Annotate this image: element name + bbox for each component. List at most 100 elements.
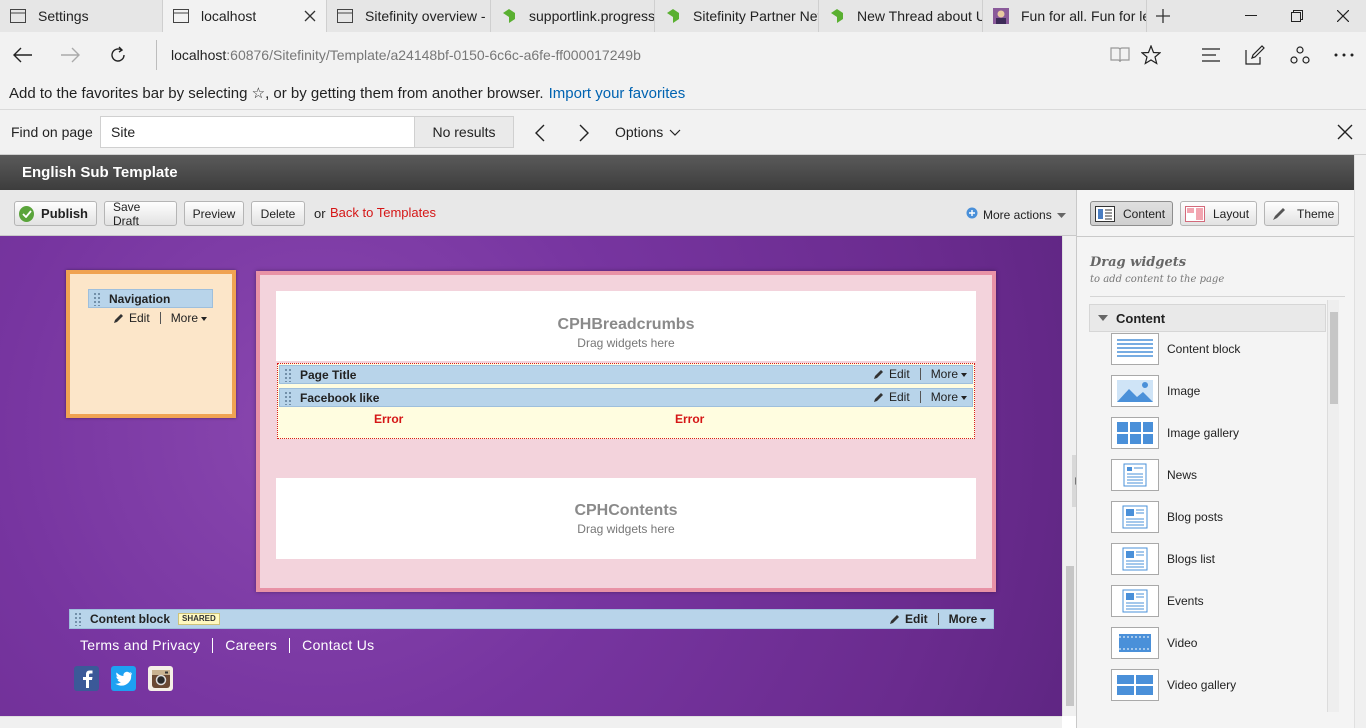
instagram-icon[interactable] [148,666,173,691]
close-find-icon[interactable] [1331,118,1359,146]
page-title-more-button[interactable]: More [931,367,968,381]
tab-fun-for-all[interactable]: Fun for all. Fun for les [983,0,1147,32]
restore-icon[interactable] [1274,0,1320,32]
delete-button[interactable]: Delete [251,201,305,226]
navigation-widget-bar[interactable]: Navigation [88,289,213,308]
find-results: No results [414,116,514,148]
minimize-icon[interactable] [1228,0,1274,32]
widget-events[interactable]: Events [1111,584,1204,618]
drag-widgets-subtitle: to add content to the page [1090,274,1225,285]
share-icon[interactable] [1285,40,1315,70]
content-icon [1095,205,1115,222]
find-next-icon[interactable] [569,118,599,148]
facebook-icon[interactable] [74,666,99,691]
widget-video[interactable]: Video [1111,626,1197,660]
drag-widgets-title: Drag widgets [1090,255,1187,270]
widget-video-gallery[interactable]: Video gallery [1111,668,1236,702]
drag-handle-icon[interactable] [284,390,292,405]
widget-list-scrollbar[interactable] [1327,300,1339,712]
facebook-edit-button[interactable]: Edit [889,390,910,404]
back-to-templates-link[interactable]: Back to Templates [330,205,436,220]
widget-blogs-list[interactable]: Blogs list [1111,542,1215,576]
video-gallery-icon [1111,669,1159,701]
caret-down-icon [961,372,968,377]
find-label: Find on page [11,124,93,140]
twitter-icon[interactable] [111,666,136,691]
find-input[interactable]: Site [100,116,415,148]
scrollbar-thumb[interactable] [1066,566,1074,706]
tab-theme[interactable]: Theme [1264,201,1339,226]
cph-contents-placeholder[interactable]: CPHContents Drag widgets here [276,478,976,559]
content-block-more-button[interactable]: More [949,612,987,626]
refresh-icon[interactable] [103,40,133,70]
template-title-bar: English Sub Template [0,155,1354,190]
widget-blog-posts[interactable]: Blog posts [1111,500,1223,534]
facebook-widget-actions: Edit More [873,390,968,404]
tab-localhost[interactable]: localhost [163,0,327,32]
facebook-more-button[interactable]: More [931,390,968,404]
favorite-star-icon[interactable] [1136,40,1166,70]
avatar-icon [993,8,1009,24]
import-favorites-link[interactable]: Import your favorites [549,85,686,102]
drag-handle-icon[interactable] [74,612,82,626]
more-actions-button[interactable]: More actions [966,207,1066,222]
cph-breadcrumbs-placeholder[interactable]: CPHBreadcrumbs Drag widgets here [276,291,976,361]
new-tab-icon[interactable] [1150,0,1176,32]
page-scrollbar[interactable] [1354,155,1366,728]
forward-icon[interactable] [55,40,85,70]
back-icon[interactable] [8,40,38,70]
tab-partner-network[interactable]: Sitefinity Partner Netv [655,0,819,32]
more-menu-icon[interactable] [1329,40,1359,70]
error-message: Error [675,412,705,426]
web-note-icon[interactable] [1240,40,1270,70]
contact-link[interactable]: Contact Us [302,637,374,653]
close-window-icon[interactable] [1320,0,1366,32]
tab-supportlink[interactable]: supportlink.progress. [491,0,655,32]
hub-icon[interactable] [1196,40,1226,70]
navigation-edit-button[interactable]: Edit [129,311,150,325]
widget-image-gallery[interactable]: Image gallery [1111,416,1239,450]
facebook-like-widget-bar[interactable]: Facebook like [279,388,973,407]
terms-link[interactable]: Terms and Privacy [80,637,200,653]
publish-button[interactable]: Publish [14,201,97,226]
caret-down-icon [961,395,968,400]
page-title-edit-button[interactable]: Edit [889,367,910,381]
find-options-button[interactable]: Options [615,124,681,140]
widget-news[interactable]: News [1111,458,1197,492]
collapse-arrow-icon [1098,315,1108,321]
image-gallery-icon [1111,417,1159,449]
url-field[interactable]: localhost:60876/Sitefinity/Template/a241… [156,40,1096,70]
find-bar: Find on page Site No results Options [0,110,1366,155]
tab-content[interactable]: Content [1090,201,1173,226]
content-block-edit-button[interactable]: Edit [905,612,928,626]
save-draft-button[interactable]: Save Draft [104,200,177,228]
footer-links: Terms and Privacy Careers Contact Us [80,637,374,653]
shared-badge: SHARED [178,613,220,625]
progress-logo-icon [665,8,681,24]
drag-handle-icon[interactable] [284,367,292,382]
tab-sitefinity-overview[interactable]: Sitefinity overview - S [327,0,491,32]
page-title-widget-bar[interactable]: Page Title [279,365,973,384]
scrollbar-thumb[interactable] [1330,312,1338,404]
content-group-header[interactable]: Content [1089,304,1326,332]
find-previous-icon[interactable] [525,118,555,148]
navigation-widget-actions: Edit More [113,311,208,325]
canvas-horizontal-scrollbar[interactable] [0,716,1062,728]
close-tab-icon[interactable] [302,8,318,24]
or-label: or [314,206,326,221]
careers-link[interactable]: Careers [225,637,277,653]
tab-settings[interactable]: Settings [0,0,163,32]
favorites-bar: Add to the favorites bar by selecting ☆,… [0,77,1366,110]
news-icon [1111,459,1159,491]
content-block-widget-bar[interactable]: Content block SHARED [69,609,994,629]
drag-handle-icon[interactable] [93,291,101,306]
preview-button[interactable]: Preview [184,201,244,226]
navigation-more-button[interactable]: More [171,311,208,325]
widget-content-block[interactable]: Content block [1111,332,1240,366]
tab-bar: Settings localhost Sitefinity overview -… [0,0,1366,32]
reading-view-icon[interactable] [1105,40,1135,70]
pencil-icon [889,613,901,625]
tab-new-thread[interactable]: New Thread about UI [819,0,983,32]
widget-image[interactable]: Image [1111,374,1200,408]
tab-layout[interactable]: Layout [1180,201,1257,226]
